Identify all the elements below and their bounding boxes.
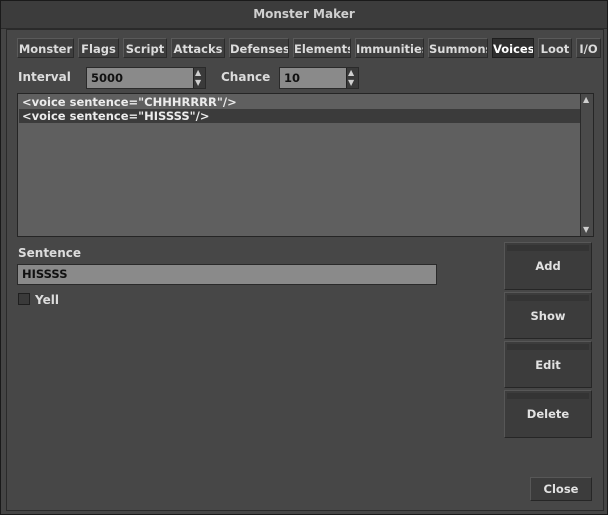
chevron-up-icon[interactable]: ▲ <box>195 69 201 77</box>
yell-label: Yell <box>35 293 59 307</box>
voices-list[interactable]: <voice sentence="CHHHRRRR"/> <voice sent… <box>17 93 594 237</box>
yell-checkbox[interactable] <box>18 293 30 305</box>
interval-value: 5000 <box>91 71 124 85</box>
add-button-label: Add <box>535 259 561 273</box>
sentence-input[interactable]: HISSSS <box>17 264 437 285</box>
tab-io[interactable]: I/O <box>576 38 601 58</box>
tab-flags[interactable]: Flags <box>78 38 119 58</box>
chevron-down-icon[interactable]: ▼ <box>195 79 201 87</box>
close-button[interactable]: Close <box>530 477 592 501</box>
title-bar: Monster Maker <box>1 1 607 29</box>
tab-defenses[interactable]: Defenses <box>229 38 289 58</box>
chance-spinbox[interactable]: 10 ▲ ▼ <box>279 67 359 89</box>
show-button-label: Show <box>530 309 566 323</box>
tab-monster[interactable]: Monster <box>17 38 74 58</box>
chevron-down-icon[interactable]: ▼ <box>348 79 354 87</box>
chance-label: Chance <box>221 70 271 84</box>
monster-maker-window: Monster Maker Monster Flags Script Attac… <box>0 0 608 515</box>
tab-elements[interactable]: Elements <box>293 38 351 58</box>
sentence-label: Sentence <box>18 246 81 260</box>
edit-button[interactable]: Edit <box>504 341 592 388</box>
interval-label: Interval <box>18 70 71 84</box>
tab-attacks[interactable]: Attacks <box>171 38 225 58</box>
show-button[interactable]: Show <box>504 292 592 339</box>
vertical-scrollbar[interactable]: ▲ ▼ <box>580 94 593 236</box>
tab-script[interactable]: Script <box>123 38 167 58</box>
delete-button[interactable]: Delete <box>504 390 592 438</box>
tab-summons[interactable]: Summons <box>428 38 488 58</box>
scroll-up-icon[interactable]: ▲ <box>583 96 589 104</box>
scroll-down-icon[interactable]: ▼ <box>583 226 589 234</box>
chance-spin-arrows[interactable]: ▲ ▼ <box>346 68 358 88</box>
interval-spin-arrows[interactable]: ▲ ▼ <box>193 68 205 88</box>
delete-button-label: Delete <box>526 407 570 421</box>
list-item[interactable]: <voice sentence="CHHHRRRR"/> <box>19 95 582 109</box>
chevron-up-icon[interactable]: ▲ <box>348 69 354 77</box>
tab-immunities[interactable]: Immunities <box>355 38 424 58</box>
tab-voices[interactable]: Voices <box>492 38 534 58</box>
edit-button-label: Edit <box>535 358 561 372</box>
chance-value: 10 <box>284 71 301 85</box>
list-item-selected[interactable]: <voice sentence="HISSSS"/> <box>19 109 582 123</box>
tab-bar: Monster Flags Script Attacks Defenses El… <box>17 38 603 60</box>
tab-loot[interactable]: Loot <box>538 38 572 58</box>
interval-spinbox[interactable]: 5000 ▲ ▼ <box>86 67 206 89</box>
add-button[interactable]: Add <box>504 242 592 290</box>
voices-panel: Monster Flags Script Attacks Defenses El… <box>6 29 604 511</box>
